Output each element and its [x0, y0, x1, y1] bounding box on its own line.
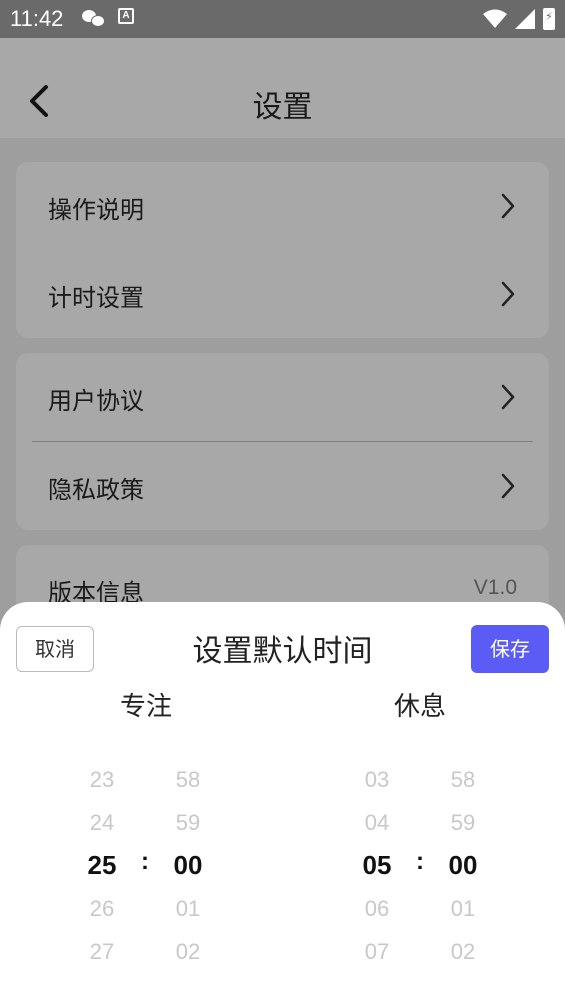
chevron-right-icon — [501, 193, 515, 219]
row-label: 用户协议 — [48, 387, 144, 415]
picker-item-selected: 25 — [87, 850, 117, 880]
focus-header: 专注 — [119, 692, 172, 722]
row-label: 隐私政策 — [48, 476, 144, 504]
picker-item-selected: 05 — [362, 850, 392, 880]
row-label: 计时设置 — [48, 284, 144, 312]
wechat-icon — [82, 8, 105, 28]
picker-item: 58 — [175, 767, 201, 792]
settings-card-1: 操作说明 计时设置 — [16, 162, 549, 338]
picker-item: 06 — [364, 896, 390, 921]
app-a-icon: A — [118, 8, 134, 24]
picker-item: 04 — [364, 810, 390, 835]
chevron-right-icon — [501, 384, 515, 410]
settings-row-user-agreement[interactable]: 用户协议 — [16, 353, 549, 441]
focus-seconds-wheel[interactable]: 58 59 00 01 02 — [158, 758, 218, 973]
focus-separator: : — [141, 848, 149, 875]
picker-item: 27 — [89, 939, 115, 964]
save-button[interactable]: 保存 — [471, 625, 549, 673]
rest-seconds-wheel[interactable]: 58 59 00 01 02 — [433, 758, 493, 973]
page-title: 设置 — [252, 90, 313, 125]
rest-minutes-wheel[interactable]: 03 04 05 06 07 — [347, 758, 407, 973]
focus-minutes-wheel[interactable]: 23 24 25 26 27 — [72, 758, 132, 973]
settings-row-timer[interactable]: 计时设置 — [16, 250, 549, 338]
version-value: V1.0 — [473, 576, 517, 599]
picker-item-selected: 00 — [173, 850, 203, 880]
time-picker-sheet: 取消 设置默认时间 保存 专注 休息 23 24 25 26 27 : 58 5… — [0, 602, 565, 1004]
rest-separator: : — [416, 848, 424, 875]
settings-row-privacy-policy[interactable]: 隐私政策 — [16, 442, 549, 530]
picker-item: 07 — [364, 939, 390, 964]
picker-item: 03 — [364, 767, 390, 792]
picker-item: 26 — [89, 896, 115, 921]
settings-row-instructions[interactable]: 操作说明 — [16, 162, 549, 250]
picker-item: 23 — [89, 767, 115, 792]
battery-charging-icon — [543, 8, 555, 30]
picker-item: 01 — [450, 896, 476, 921]
picker-item: 24 — [89, 810, 115, 835]
system-icons — [483, 8, 555, 30]
picker-item: 58 — [450, 767, 476, 792]
nav-bar: 设置 — [0, 38, 565, 138]
notification-icons: A — [82, 8, 134, 28]
status-bar: 11:42 A — [0, 0, 565, 38]
wifi-icon — [483, 9, 507, 28]
picker-item: 02 — [175, 939, 201, 964]
chevron-right-icon — [501, 473, 515, 499]
picker-item: 01 — [175, 896, 201, 921]
row-label: 操作说明 — [48, 196, 144, 224]
picker-item: 59 — [450, 810, 476, 835]
signal-icon — [515, 9, 535, 29]
picker-item: 02 — [450, 939, 476, 964]
status-time: 11:42 — [10, 6, 64, 31]
chevron-right-icon — [501, 281, 515, 307]
picker-item: 59 — [175, 810, 201, 835]
settings-card-2: 用户协议 隐私政策 — [16, 353, 549, 530]
picker-item-selected: 00 — [448, 850, 478, 880]
rest-header: 休息 — [393, 692, 446, 722]
